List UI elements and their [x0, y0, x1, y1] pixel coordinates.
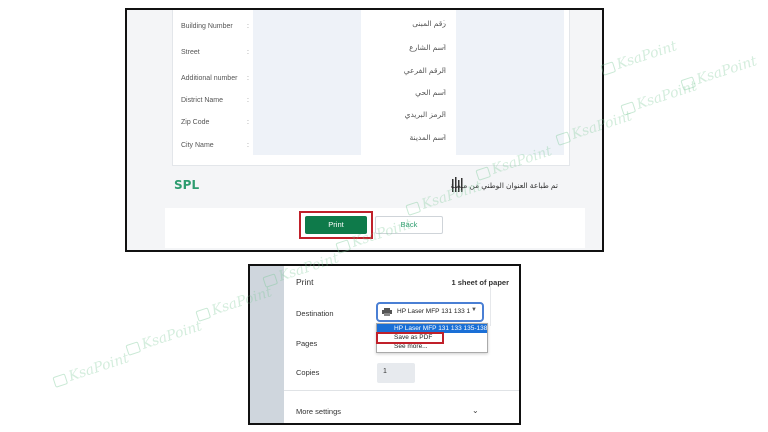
watermark: KsaPoint	[124, 318, 204, 357]
spl-logo-text-b: L	[191, 178, 200, 192]
chevron-down-icon[interactable]: ⌄	[472, 406, 479, 415]
colon: :	[443, 133, 445, 140]
watermark-logo-icon	[52, 372, 68, 388]
sheet-count: 1 sheet of paper	[451, 278, 509, 287]
label-district-name: District Name	[181, 97, 224, 104]
pages-label: Pages	[296, 339, 318, 348]
print-button[interactable]: Print	[305, 216, 367, 234]
watermark-logo-icon	[195, 306, 211, 322]
label-building-number: Building Number	[181, 23, 233, 30]
dropdown-arrow-icon: ▼	[471, 307, 477, 313]
printed-from-note: تم طباعة العنوان الوطني من منصة	[450, 181, 559, 190]
back-button[interactable]: Back	[375, 216, 443, 234]
watermark-logo-icon	[680, 75, 696, 91]
pane-divider	[490, 286, 491, 326]
spl-logo-text-a: SP	[174, 178, 192, 192]
copies-input[interactable]: 1	[377, 363, 415, 383]
colon: :	[443, 110, 445, 117]
label-ar-building-number: رقم المبنى	[412, 19, 446, 28]
destination-label: Destination	[296, 309, 334, 318]
print-dialog-title: Print	[296, 277, 314, 287]
label-ar-zip-code: الرمز البريدي	[404, 110, 446, 119]
watermark-text: KsaPoint	[694, 53, 759, 88]
watermark: KsaPoint	[619, 78, 699, 117]
destination-select[interactable]: HP Laser MFP 131 133 1 ▼	[376, 302, 484, 322]
colon: :	[443, 19, 445, 26]
print-preview-strip	[250, 266, 284, 423]
label-additional-number: Additional number	[181, 75, 238, 82]
watermark-logo-icon	[125, 340, 141, 356]
label-ar-city-name: اسم المدينة	[409, 133, 446, 142]
printer-icon	[382, 308, 392, 316]
label-ar-district-name: اسم الحي	[415, 88, 446, 97]
colon: :	[247, 49, 249, 56]
watermark: KsaPoint	[51, 350, 131, 389]
colon: :	[443, 66, 445, 73]
colon: :	[443, 43, 445, 50]
english-values-column	[253, 10, 361, 155]
colon: :	[247, 119, 249, 126]
print-dialog-screenshot: Print 1 sheet of paper Destination HP La…	[248, 264, 521, 425]
destination-value: HP Laser MFP 131 133 1	[397, 308, 471, 315]
watermark-text: KsaPoint	[634, 78, 699, 113]
watermark: KsaPoint	[599, 38, 679, 77]
arabic-values-column	[456, 10, 564, 155]
settings-divider	[284, 390, 519, 391]
label-ar-additional-number: الرقم الفرعي	[403, 66, 446, 75]
address-print-screenshot: Building Number Street Additional number…	[125, 8, 604, 252]
colon: :	[247, 142, 249, 149]
footer-brand-row: SPL تم طباعة العنوان الوطني من منصة	[172, 175, 570, 205]
address-form-card: Building Number Street Additional number…	[172, 10, 570, 166]
colon: :	[247, 97, 249, 104]
action-button-bar: Print Back	[165, 208, 585, 248]
watermark-text: KsaPoint	[614, 38, 679, 73]
label-ar-street: اسم الشارع	[409, 43, 446, 52]
watermark-logo-icon	[620, 100, 636, 116]
copies-label: Copies	[296, 368, 320, 377]
watermark-text: KsaPoint	[139, 318, 204, 353]
save-as-pdf-highlight	[376, 332, 444, 344]
more-settings-toggle[interactable]: More settings	[296, 407, 341, 416]
label-zip-code: Zip Code	[181, 119, 210, 126]
label-street: Street	[181, 49, 200, 56]
watermark-text: KsaPoint	[66, 350, 131, 385]
colon: :	[443, 88, 445, 95]
colon: :	[247, 23, 249, 30]
watermark: KsaPoint	[679, 53, 759, 92]
colon: :	[247, 75, 249, 82]
label-city-name: City Name	[181, 142, 214, 149]
spl-logo: SPL	[174, 178, 199, 192]
